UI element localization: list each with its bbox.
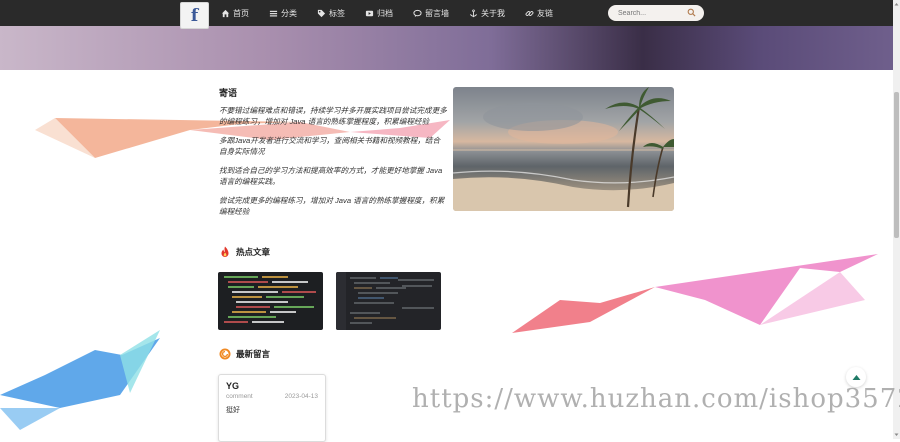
nav-item-archive[interactable]: 归档 (365, 8, 393, 19)
comment-card[interactable]: YG comment 2023-04-13 挺好 (218, 374, 326, 442)
tag-icon (317, 9, 326, 17)
nav-item-label: 关于我 (481, 8, 505, 18)
nav-item-label: 留言墙 (425, 8, 449, 18)
nav-item-label: 标签 (329, 8, 345, 18)
latest-comments-heading: 最新留言 (219, 348, 270, 360)
latest-comments-title: 最新留言 (236, 349, 271, 359)
hot-articles-title: 热点文章 (236, 247, 271, 257)
article-thumbnail[interactable] (336, 272, 441, 330)
motto-section: 寄语 不要错过编程难点和错误，持续学习并多开展实践项目尝试完成更多的编程练习，增… (219, 86, 447, 225)
nav-item-label: 首页 (233, 8, 249, 18)
archive-icon (365, 10, 374, 16)
nav-item-label: 归档 (377, 8, 393, 18)
hot-articles-heading: 热点文章 (219, 246, 270, 258)
nav-item-links[interactable]: 友链 (525, 8, 553, 19)
motto-paragraph: 不要错过编程难点和错误，持续学习并多开展实践项目尝试完成更多的编程练习，增加对 … (219, 106, 447, 126)
search-icon[interactable] (687, 8, 696, 17)
nav-menu: 首页 分类 标签 归档 留言墙 关于我 友链 (221, 0, 573, 26)
arrow-up-icon (852, 374, 860, 380)
scrollbar-thumb[interactable] (894, 92, 899, 238)
nav-item-home[interactable]: 首页 (221, 8, 249, 19)
comment-icon (219, 348, 231, 360)
motto-paragraph: 尝试完成更多的编程练习，增加对 Java 语言的熟练掌握程度，积累编程经验 (219, 196, 445, 216)
comment-text: 挺好 (226, 407, 240, 414)
nav-item-category[interactable]: 分类 (269, 8, 297, 19)
chat-icon (413, 9, 422, 17)
motto-paragraph: 多跟Java开发者进行交流和学习，查阅相关书籍和视频教程，结合自身实际情况 (219, 136, 441, 156)
comment-author: YG (226, 381, 240, 391)
nav-item-label: 分类 (281, 8, 297, 18)
search-input[interactable] (616, 8, 690, 18)
search-box (608, 5, 704, 21)
watermark-text: https://www.huzhan.com/ishop3572 (412, 384, 900, 414)
scroll-up-arrow-icon[interactable] (893, 0, 900, 8)
anchor-icon (470, 8, 477, 17)
article-thumbnail[interactable] (218, 272, 323, 330)
list-icon (269, 10, 278, 16)
nav-item-tags[interactable]: 标签 (317, 8, 345, 19)
beach-palm-illustration (453, 87, 674, 211)
nav-item-guestbook[interactable]: 留言墙 (413, 8, 449, 19)
comment-date: 2023-04-13 (284, 393, 318, 400)
fire-icon (221, 246, 229, 257)
code-screenshot-image (224, 276, 316, 323)
home-icon (221, 9, 230, 17)
hero-beach-image (453, 87, 674, 211)
site-logo[interactable]: f (180, 2, 209, 29)
code-screenshot-image (336, 272, 434, 330)
scroll-down-arrow-icon[interactable] (893, 431, 900, 439)
nav-item-about[interactable]: 关于我 (469, 8, 505, 19)
link-icon (525, 10, 534, 16)
comment-type: comment (226, 393, 253, 400)
motto-paragraph: 找到适合自己的学习方法和提高效率的方式，才能更好地掌握 Java 语言的编程实践… (219, 166, 443, 186)
nav-item-label: 友链 (537, 8, 553, 18)
motto-title: 寄语 (219, 88, 238, 98)
page-scrollbar[interactable] (893, 0, 900, 439)
